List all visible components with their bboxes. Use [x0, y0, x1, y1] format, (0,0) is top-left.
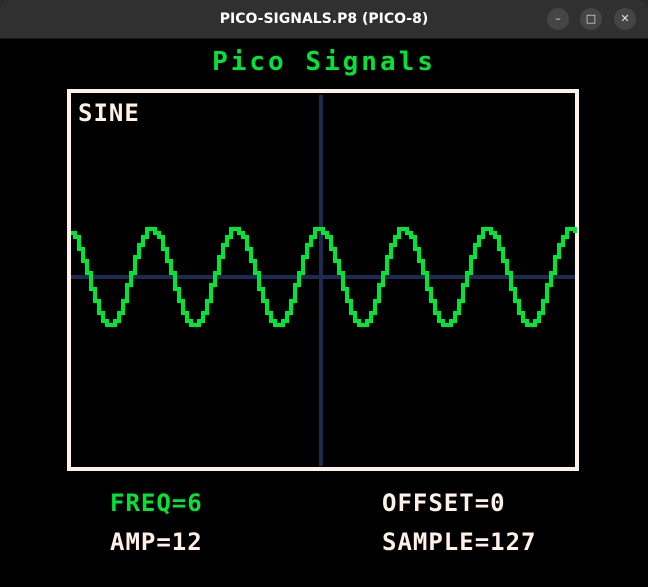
amp-stat: AMP=12	[110, 528, 203, 556]
close-button[interactable]: ✕	[614, 8, 636, 30]
title-bar[interactable]: PICO-SIGNALS.P8 (PICO-8) – □ ✕	[0, 0, 648, 39]
game-screen[interactable]: Pico Signals SINE FREQ=6 AMP=12 OFFSET=0…	[0, 39, 648, 587]
offset-stat: OFFSET=0	[382, 489, 506, 517]
sample-stat: SAMPLE=127	[382, 528, 537, 556]
app-window: PICO-SIGNALS.P8 (PICO-8) – □ ✕ Pico Sign…	[0, 0, 648, 587]
maximize-button[interactable]: □	[580, 8, 602, 30]
minimize-button[interactable]: –	[547, 8, 569, 30]
freq-stat: FREQ=6	[110, 489, 203, 517]
waveform-label: SINE	[78, 99, 140, 127]
